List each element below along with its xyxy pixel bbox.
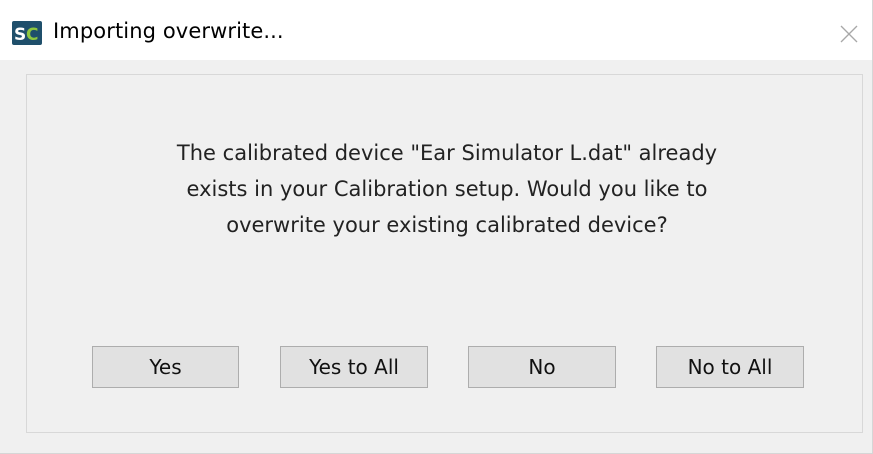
dialog-panel: The calibrated device "Ear Simulator L.d… (26, 74, 863, 433)
close-button[interactable] (828, 14, 872, 54)
dialog-window: S C Importing overwrite... The calibrate… (0, 0, 873, 454)
close-icon (840, 25, 858, 43)
no-to-all-button[interactable]: No to All (656, 346, 804, 388)
message-line: exists in your Calibration setup. Would … (186, 177, 708, 201)
dialog-message: The calibrated device "Ear Simulator L.d… (87, 135, 807, 243)
sc-logo-icon: S C (12, 21, 42, 45)
window-title: Importing overwrite... (53, 19, 284, 43)
no-button[interactable]: No (468, 346, 616, 388)
title-bar: S C Importing overwrite... (0, 0, 872, 60)
message-line: The calibrated device "Ear Simulator L.d… (176, 141, 718, 165)
yes-button[interactable]: Yes (92, 346, 239, 388)
yes-to-all-button[interactable]: Yes to All (280, 346, 428, 388)
message-line: overwrite your existing calibrated devic… (226, 213, 668, 237)
svg-text:S: S (14, 25, 26, 45)
svg-text:C: C (26, 25, 38, 45)
